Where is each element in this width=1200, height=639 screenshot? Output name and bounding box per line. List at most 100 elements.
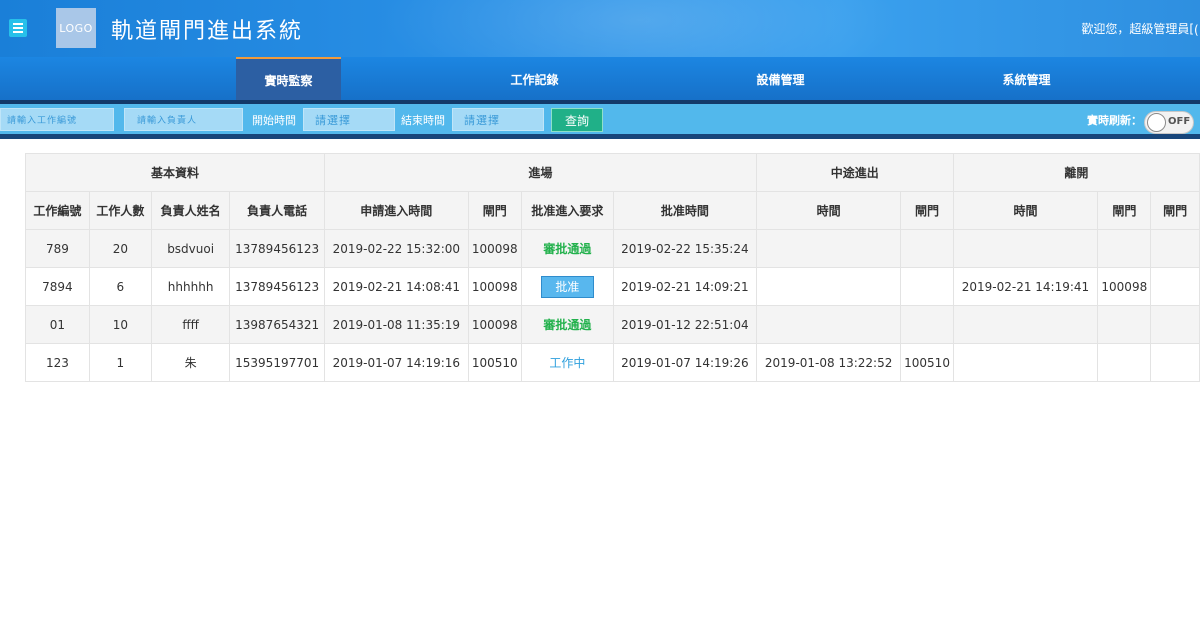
col-owner-phone: 負責人電話: [229, 191, 325, 230]
cell-approval-status: 審批通過: [520, 305, 614, 344]
cell-work-number: 7894: [25, 267, 90, 306]
app-header: LOGO 軌道閘門進出系統 歡迎您，超級管理員[(: [0, 0, 1200, 57]
cell-leave-time: [952, 305, 1099, 344]
cell-mid-gate: 100510: [900, 343, 954, 382]
cell-mid-gate: [900, 229, 954, 268]
cell-owner-name: bsdvuoi: [150, 229, 231, 268]
cell-approve-time: 2019-01-07 14:19:26: [612, 343, 757, 382]
cell-approval-status: 批准: [520, 267, 614, 306]
cell-owner-phone: 13789456123: [229, 229, 325, 268]
welcome-text: 歡迎您，超級管理員[(: [1081, 20, 1200, 37]
col-leave-gate: 閘門: [1097, 191, 1152, 230]
app-title: 軌道閘門進出系統: [111, 19, 304, 44]
cell-apply-time: 2019-01-07 14:19:16: [323, 343, 469, 382]
cell-entry-gate: 100098: [467, 305, 522, 344]
filter-divider: [0, 134, 1200, 139]
realtime-refresh-label: 實時刷新：: [1087, 114, 1142, 127]
group-midway: 中途進出: [755, 153, 954, 192]
table-row: 789 20 bsdvuoi 13789456123 2019-02-22 15…: [25, 229, 1200, 268]
cell-leave-gate: [1097, 229, 1152, 268]
main-nav: 實時監察 工作記錄 設備管理 系統管理: [0, 57, 1200, 101]
hamburger-menu-icon[interactable]: [9, 19, 27, 37]
col-leave-time: 時間: [952, 191, 1099, 230]
cell-mid-gate: [900, 305, 954, 344]
cell-approve-time: 2019-02-21 14:09:21: [612, 267, 757, 306]
cell-work-number: 123: [25, 343, 90, 382]
cell-entry-gate: 100098: [467, 229, 522, 268]
cell-mid-time: [755, 229, 902, 268]
group-basic-info: 基本資料: [25, 153, 325, 192]
group-leave: 離開: [952, 153, 1200, 192]
col-work-number: 工作編號: [25, 191, 90, 230]
cell-owner-phone: 13987654321: [229, 305, 325, 344]
cell-extra-gate: [1150, 267, 1200, 306]
cell-approval-status: 工作中: [520, 343, 614, 382]
filter-bar: 請輸入工作編號 請輸入負責人 開始時間 請選擇 結束時間 請選擇 查詢 實時刷新…: [0, 104, 1200, 134]
cell-owner-name: hhhhhh: [150, 267, 231, 306]
col-apply-time: 申請進入時間: [323, 191, 469, 230]
cell-entry-gate: 100098: [467, 267, 522, 306]
start-time-input[interactable]: 請選擇: [303, 108, 395, 131]
cell-work-number: 789: [25, 229, 90, 268]
welcome-label: 歡迎您，超級管理員[: [1081, 22, 1194, 36]
owner-input[interactable]: 請輸入負責人: [124, 108, 243, 131]
cell-owner-phone: 13789456123: [229, 267, 325, 306]
nav-item-work-records[interactable]: 工作記錄: [482, 57, 587, 101]
logo: LOGO: [56, 8, 96, 48]
cell-mid-gate: [900, 267, 954, 306]
start-time-label: 開始時間: [252, 114, 296, 127]
cell-worker-count: 6: [88, 267, 152, 306]
table-group-header: 基本資料 進場 中途進出 離開: [25, 153, 1200, 192]
cell-approve-time: 2019-02-22 15:35:24: [612, 229, 757, 268]
table-column-header: 工作編號 工作人數 負責人姓名 負責人電話 申請進入時間 閘門 批准進入要求 批…: [25, 191, 1200, 230]
cell-worker-count: 1: [88, 343, 152, 382]
col-mid-time: 時間: [755, 191, 902, 230]
cell-extra-gate: [1150, 305, 1200, 344]
nav-item-realtime-monitor[interactable]: 實時監察: [236, 57, 341, 101]
cell-mid-time: [755, 267, 902, 306]
cell-apply-time: 2019-02-22 15:32:00: [323, 229, 469, 268]
toggle-state: OFF: [1168, 116, 1191, 127]
status-approved: 審批通過: [543, 318, 592, 332]
cell-leave-time: [952, 343, 1099, 382]
cell-extra-gate: [1150, 343, 1200, 382]
nav-item-device-management[interactable]: 設備管理: [728, 57, 833, 101]
search-button[interactable]: 查詢: [551, 108, 603, 132]
cell-mid-time: [755, 305, 902, 344]
end-time-input[interactable]: 請選擇: [452, 108, 544, 131]
toggle-knob: [1147, 113, 1166, 132]
group-entry: 進場: [323, 153, 757, 192]
cell-leave-gate: [1097, 305, 1152, 344]
cell-owner-phone: 15395197701: [229, 343, 325, 382]
col-approval-request: 批准進入要求: [520, 191, 614, 230]
monitor-table: 基本資料 進場 中途進出 離開 工作編號 工作人數 負責人姓名 負責人電話 申請…: [25, 153, 1200, 382]
cell-extra-gate: [1150, 229, 1200, 268]
col-mid-gate: 閘門: [900, 191, 954, 230]
approve-button[interactable]: 批准: [540, 275, 594, 298]
cell-owner-name: ffff: [150, 305, 231, 344]
cell-entry-gate: 100510: [467, 343, 522, 382]
cell-apply-time: 2019-01-08 11:35:19: [323, 305, 469, 344]
col-worker-count: 工作人數: [88, 191, 152, 230]
nav-item-system-management[interactable]: 系統管理: [974, 57, 1079, 101]
table-row: 7894 6 hhhhhh 13789456123 2019-02-21 14:…: [25, 267, 1200, 306]
cell-approval-status: 審批通過: [520, 229, 614, 268]
table-row: 123 1 朱 15395197701 2019-01-07 14:19:16 …: [25, 343, 1200, 382]
cell-leave-time: 2019-02-21 14:19:41: [952, 267, 1099, 306]
cell-work-number: 01: [25, 305, 90, 344]
cell-mid-time: 2019-01-08 13:22:52: [755, 343, 902, 382]
cell-leave-gate: [1097, 343, 1152, 382]
col-owner-name: 負責人姓名: [150, 191, 231, 230]
monitor-table-wrap: 基本資料 進場 中途進出 離開 工作編號 工作人數 負責人姓名 負責人電話 申請…: [25, 153, 1200, 382]
work-number-input[interactable]: 請輸入工作編號: [0, 108, 114, 131]
col-extra-gate: 閘門: [1150, 191, 1200, 230]
end-time-label: 結束時間: [401, 114, 445, 127]
col-approve-time: 批准時間: [612, 191, 757, 230]
cell-owner-name: 朱: [150, 343, 231, 382]
table-row: 01 10 ffff 13987654321 2019-01-08 11:35:…: [25, 305, 1200, 344]
realtime-refresh-toggle[interactable]: OFF: [1144, 111, 1194, 134]
status-approved: 審批通過: [543, 242, 592, 256]
welcome-username-partial: (: [1194, 23, 1199, 37]
cell-leave-gate: 100098: [1097, 267, 1152, 306]
cell-worker-count: 20: [88, 229, 152, 268]
